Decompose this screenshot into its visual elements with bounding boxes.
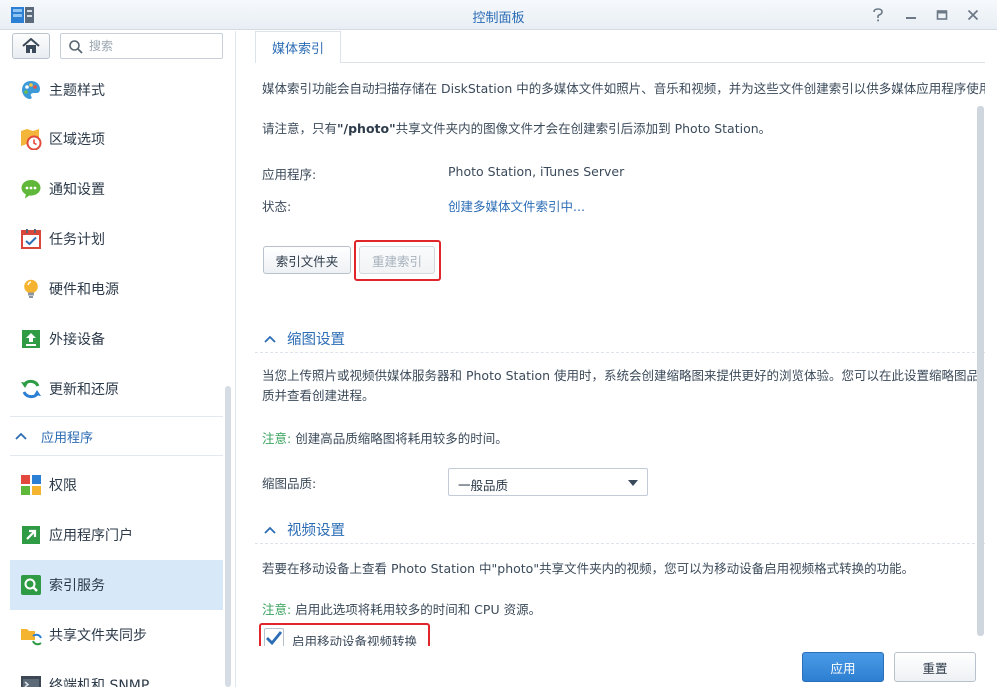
sidebar-item-label: 共享文件夹同步 (49, 628, 147, 644)
sidebar-item-privileges[interactable]: 权限 (10, 460, 223, 510)
palette-icon (22, 81, 40, 99)
sidebar-item-label: 主题样式 (49, 83, 105, 99)
note-prefix: 请注意，只有 (262, 121, 338, 136)
sidebar-item-label: 硬件和电源 (49, 282, 119, 298)
close-icon[interactable] (962, 4, 984, 26)
quality-select[interactable]: 一般品质 (448, 468, 648, 496)
status-label: 状态: (262, 199, 292, 214)
app-label: 应用程序: (262, 167, 317, 182)
app-value: Photo Station, iTunes Server (448, 164, 625, 179)
search-icon (69, 40, 83, 54)
note-text: 创建高品质缩略图将耗用较多的时间。 (295, 431, 508, 446)
search-index-icon (21, 575, 41, 595)
reset-button[interactable]: 重置 (894, 652, 976, 682)
note-suffix: 共享文件夹内的图像文件才会在创建索引后添加到 Photo Station。 (395, 121, 772, 136)
note-label: 注意: (262, 602, 292, 617)
clock-map-icon (21, 129, 42, 150)
sidebar-item-label: 外接设备 (49, 332, 105, 348)
thumbnail-section-title: 缩图设置 (287, 332, 345, 348)
sidebar-item-label: 通知设置 (49, 182, 105, 198)
squares-icon (21, 475, 41, 495)
sidebar-scrollbar[interactable] (225, 386, 231, 687)
terminal-icon (21, 676, 41, 687)
sidebar-item-label: 更新和还原 (49, 382, 119, 398)
quality-label: 缩图品质: (262, 476, 317, 491)
media-index-description: 媒体索引功能会自动扫描存储在 DiskStation 中的多媒体文件如照片、音乐… (262, 81, 985, 96)
main-panel: 媒体索引 媒体索引功能会自动扫描存储在 DiskStation 中的多媒体文件如… (237, 31, 997, 687)
title-bar: 控制面板 (0, 0, 997, 30)
sidebar-item-theme[interactable]: 主题样式 (10, 65, 223, 115)
highlight-video-conversion (259, 623, 430, 646)
sidebar-item-label: 权限 (49, 478, 77, 494)
sidebar: 主题样式 区域选项 通知设置 任务计划 硬件和电源 外接设备 更新和还原 应用程… (0, 31, 236, 687)
help-icon[interactable] (867, 4, 889, 26)
lightbulb-icon (24, 279, 38, 298)
content-scrollbar[interactable] (977, 106, 984, 636)
sidebar-item-update-restore[interactable]: 更新和还原 (10, 364, 223, 414)
tab-bar: 媒体索引 (255, 31, 985, 64)
chevron-up-icon (264, 526, 276, 534)
sidebar-item-app-portal[interactable]: 应用程序门户 (10, 510, 223, 560)
sidebar-item-regional[interactable]: 区域选项 (10, 114, 223, 164)
highlight-rebuild-index (354, 240, 441, 281)
window-title: 控制面板 (472, 11, 525, 26)
chat-bubble-icon (21, 180, 41, 199)
sidebar-item-label: 索引服务 (49, 578, 105, 594)
thumbnail-description: 当您上传照片或视频供媒体服务器和 Photo Station 使用时，系统会创建… (262, 368, 980, 403)
upload-device-icon (22, 330, 40, 348)
portal-arrow-icon (22, 526, 40, 544)
sidebar-item-notification[interactable]: 通知设置 (10, 164, 223, 214)
caret-down-icon (628, 480, 638, 486)
footer-bar: 应用 重置 (237, 647, 997, 687)
quality-value: 一般品质 (458, 478, 509, 493)
home-icon (22, 38, 40, 53)
sidebar-item-hardware-power[interactable]: 硬件和电源 (10, 264, 223, 314)
sidebar-item-task-scheduler[interactable]: 任务计划 (10, 214, 223, 264)
thumbnail-note: 注意: 创建高品质缩略图将耗用较多的时间。 (262, 428, 508, 447)
sidebar-item-label: 区域选项 (49, 132, 105, 148)
sidebar-section-label: 应用程序 (41, 430, 94, 446)
video-section-header[interactable]: 视频设置 (255, 516, 985, 544)
refresh-icon (21, 379, 41, 399)
photo-folder-note: 请注意，只有"/photo"共享文件夹内的图像文件才会在创建索引后添加到 Pho… (262, 118, 771, 137)
thumbnail-section-header[interactable]: 缩图设置 (255, 325, 985, 353)
apply-button[interactable]: 应用 (802, 652, 884, 682)
maximize-icon[interactable] (931, 4, 953, 26)
folder-sync-icon (21, 629, 42, 646)
sidebar-item-external-devices[interactable]: 外接设备 (10, 314, 223, 364)
search-input[interactable] (89, 37, 219, 55)
sidebar-item-indexing-service[interactable]: 索引服务 (10, 560, 223, 610)
sidebar-section-applications[interactable]: 应用程序 (10, 416, 223, 456)
note-text: 启用此选项将耗用较多的时间和 CPU 资源。 (295, 602, 542, 617)
sidebar-item-terminal-snmp[interactable]: 终端机和 SNMP (10, 660, 223, 687)
sidebar-item-label: 终端机和 SNMP (49, 678, 150, 687)
sidebar-item-label: 应用程序门户 (49, 528, 133, 544)
chevron-up-icon (15, 432, 27, 440)
note-folder: "/photo" (337, 121, 396, 136)
video-section-title: 视频设置 (287, 523, 345, 539)
home-button[interactable] (12, 33, 50, 59)
video-note: 注意: 启用此选项将耗用较多的时间和 CPU 资源。 (262, 599, 541, 618)
sidebar-search[interactable] (60, 33, 223, 59)
calendar-check-icon (21, 229, 41, 249)
minimize-icon[interactable] (900, 4, 922, 26)
sidebar-item-label: 任务计划 (49, 232, 105, 248)
chevron-up-icon (264, 335, 276, 343)
media-index-content: 媒体索引功能会自动扫描存储在 DiskStation 中的多媒体文件如照片、音乐… (255, 64, 985, 646)
tab-media-index[interactable]: 媒体索引 (255, 31, 342, 64)
sidebar-item-shared-folder-sync[interactable]: 共享文件夹同步 (10, 610, 223, 660)
video-description: 若要在移动设备上查看 Photo Station 中"photo"共享文件夹内的… (262, 561, 915, 576)
note-label: 注意: (262, 431, 292, 446)
status-link[interactable]: 创建多媒体文件索引中... (448, 196, 585, 215)
index-folder-button[interactable]: 索引文件夹 (263, 246, 351, 274)
